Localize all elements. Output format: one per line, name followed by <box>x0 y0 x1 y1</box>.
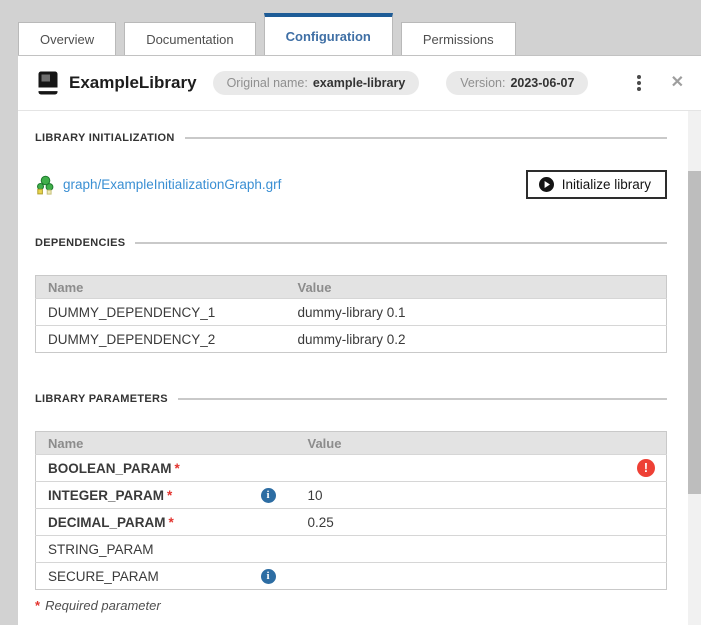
configuration-panel: ExampleLibrary Original name: example-li… <box>18 55 701 625</box>
play-icon <box>538 177 554 192</box>
section-divider <box>184 137 667 139</box>
dependencies-rows: DUMMY_DEPENDENCY_1 dummy-library 0.1 DUM… <box>35 298 667 353</box>
column-header-name: Name <box>35 275 286 299</box>
table-header-row: Name Value <box>35 275 667 299</box>
tab-bar: Overview Documentation Configuration Per… <box>18 0 516 55</box>
panel-content: LIBRARY INITIALIZATION graph/ExampleInit… <box>35 111 667 613</box>
section-title: DEPENDENCIES <box>35 237 126 249</box>
section-library-parameters: LIBRARY PARAMETERS <box>35 393 667 405</box>
info-icon[interactable]: i <box>260 568 276 584</box>
parameter-info-cell <box>240 454 296 482</box>
tab-configuration[interactable]: Configuration <box>263 13 393 55</box>
section-library-initialization: LIBRARY INITIALIZATION <box>35 132 667 144</box>
initialize-library-button[interactable]: Initialize library <box>525 170 667 199</box>
page-title: ExampleLibrary <box>69 73 197 92</box>
parameter-name-cell: BOOLEAN_PARAM * <box>35 454 241 482</box>
scrollbar-thumb[interactable] <box>688 171 701 494</box>
parameter-value-cell[interactable] <box>295 562 667 590</box>
table-row: DUMMY_DEPENDENCY_2 dummy-library 0.2 <box>35 325 667 353</box>
badge-value: example-library <box>312 76 406 90</box>
footnote-text: Required parameter <box>45 598 161 613</box>
section-title: LIBRARY INITIALIZATION <box>35 132 175 144</box>
kebab-menu-icon[interactable] <box>634 72 644 94</box>
parameter-name-cell: INTEGER_PARAM * <box>35 481 241 509</box>
parameter-info-cell <box>240 535 296 563</box>
column-header-name: Name <box>35 431 241 455</box>
parameter-info-cell <box>240 508 296 536</box>
dependency-value-cell: dummy-library 0.1 <box>285 298 667 326</box>
original-name-badge: Original name: example-library <box>212 71 420 95</box>
initialization-graph-link[interactable]: graph/ExampleInitializationGraph.grf <box>63 177 281 192</box>
scrollbar-track[interactable] <box>688 111 701 625</box>
section-divider <box>177 398 667 400</box>
badge-label: Original name: <box>226 76 308 90</box>
info-icon[interactable]: i <box>260 487 276 503</box>
parameter-value-cell[interactable]: 0.25 <box>295 508 667 536</box>
close-icon[interactable]: ✕ <box>671 75 684 91</box>
column-header-value: Value <box>295 431 667 455</box>
section-dependencies: DEPENDENCIES <box>35 237 667 249</box>
tab-permissions[interactable]: Permissions <box>400 22 516 55</box>
library-parameters-rows: BOOLEAN_PARAM * ! INTEGER_PARAM * i 10 DEC… <box>35 454 667 590</box>
badge-label: Version: <box>460 76 506 90</box>
parameter-row[interactable]: BOOLEAN_PARAM * ! <box>35 454 667 482</box>
tab-documentation[interactable]: Documentation <box>124 22 256 55</box>
parameter-row[interactable]: SECURE_PARAM i <box>35 562 667 590</box>
dependency-value-cell: dummy-library 0.2 <box>285 325 667 353</box>
column-header-value: Value <box>285 275 667 299</box>
parameter-name-cell: SECURE_PARAM <box>35 562 241 590</box>
required-asterisk: * <box>167 487 173 503</box>
parameter-value-cell[interactable]: ! <box>295 454 667 482</box>
required-asterisk: * <box>35 598 41 613</box>
parameter-value-cell[interactable]: 10 <box>295 481 667 509</box>
table-row: DUMMY_DEPENDENCY_1 dummy-library 0.1 <box>35 298 667 326</box>
dependency-name-cell: DUMMY_DEPENDENCY_1 <box>35 298 286 326</box>
column-header-spacer <box>240 431 296 455</box>
library-parameters-table: Name Value BOOLEAN_PARAM * ! INTEGER_PARA… <box>35 431 667 590</box>
section-title: LIBRARY PARAMETERS <box>35 393 168 405</box>
graph-link-wrap: graph/ExampleInitializationGraph.grf <box>35 175 281 195</box>
panel-header: ExampleLibrary Original name: example-li… <box>18 56 701 111</box>
required-asterisk: * <box>174 460 180 476</box>
parameter-name-cell: STRING_PARAM <box>35 535 241 563</box>
parameter-row[interactable]: STRING_PARAM <box>35 535 667 563</box>
page: Overview Documentation Configuration Per… <box>0 0 701 625</box>
parameter-info-cell: i <box>240 481 296 509</box>
parameter-row[interactable]: DECIMAL_PARAM * 0.25 <box>35 508 667 536</box>
parameter-row[interactable]: INTEGER_PARAM * i 10 <box>35 481 667 509</box>
version-badge: Version: 2023-06-07 <box>446 71 589 95</box>
initialize-library-label: Initialize library <box>561 177 651 192</box>
graph-icon <box>37 175 54 195</box>
section-divider <box>135 242 667 244</box>
dependency-name-cell: DUMMY_DEPENDENCY_2 <box>35 325 286 353</box>
error-icon[interactable]: ! <box>637 459 655 477</box>
dependencies-table: Name Value DUMMY_DEPENDENCY_1 dummy-libr… <box>35 275 667 353</box>
initialization-row: graph/ExampleInitializationGraph.grf Ini… <box>35 170 667 199</box>
parameter-info-cell: i <box>240 562 296 590</box>
parameter-value-cell[interactable] <box>295 535 667 563</box>
badge-value: 2023-06-07 <box>510 76 575 90</box>
library-book-icon <box>38 71 58 95</box>
table-header-row: Name Value <box>35 431 667 455</box>
required-asterisk: * <box>168 514 174 530</box>
parameter-name-cell: DECIMAL_PARAM * <box>35 508 241 536</box>
tab-overview[interactable]: Overview <box>18 22 117 55</box>
required-parameter-footnote: * Required parameter <box>35 598 667 613</box>
